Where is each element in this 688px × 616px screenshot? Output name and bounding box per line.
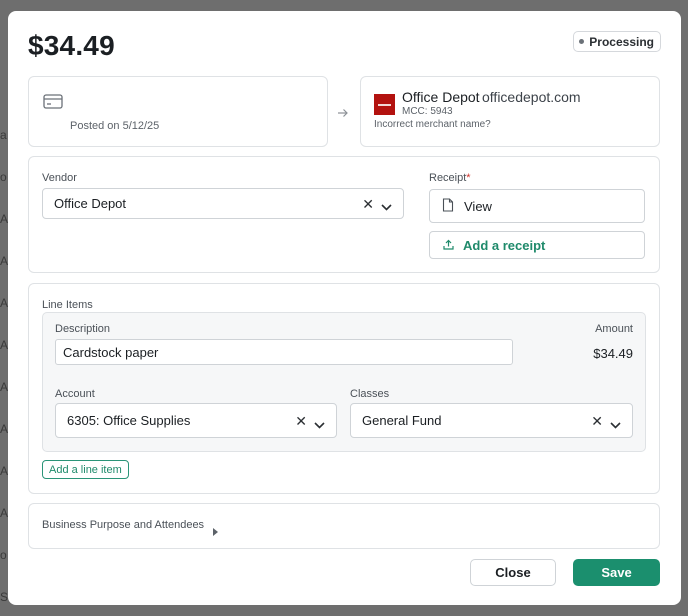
description-input[interactable]: Cardstock paper bbox=[55, 339, 513, 365]
vendor-select[interactable]: Office Depot ✕ bbox=[42, 188, 404, 219]
amount-label: Amount bbox=[595, 323, 633, 335]
account-value: 6305: Office Supplies bbox=[67, 413, 191, 428]
vendor-receipt-panel: Vendor Office Depot ✕ Receipt* View Add … bbox=[28, 156, 660, 273]
backdrop-fragment: A bbox=[0, 296, 9, 310]
caret-right-icon[interactable] bbox=[213, 523, 218, 541]
document-icon bbox=[442, 197, 454, 215]
required-mark: * bbox=[466, 172, 471, 184]
backdrop-fragment: A bbox=[0, 464, 9, 478]
clear-icon[interactable]: ✕ bbox=[362, 196, 374, 213]
status-dot-icon bbox=[579, 39, 585, 44]
receipt-label-text: Receipt bbox=[429, 172, 467, 184]
merchant-panel: Office Depot officedepot.com MCC: 5943 I… bbox=[360, 76, 660, 147]
transaction-modal: $34.49 Processing Posted on 5/12/25 Offi… bbox=[8, 11, 681, 605]
view-label: View bbox=[464, 198, 492, 214]
arrow-right-icon bbox=[337, 105, 349, 123]
merchant-domain: officedepot.com bbox=[482, 89, 581, 105]
line-items-title: Line Items bbox=[42, 299, 93, 311]
merchant-logo bbox=[374, 94, 395, 115]
vendor-label: Vendor bbox=[42, 172, 77, 184]
backdrop-fragment: A bbox=[0, 254, 9, 268]
view-receipt-button[interactable]: View bbox=[429, 189, 645, 223]
status-badge: Processing bbox=[573, 31, 661, 52]
clear-icon[interactable]: ✕ bbox=[591, 413, 603, 430]
chevron-down-icon[interactable] bbox=[314, 417, 325, 432]
backdrop-fragment: A bbox=[0, 338, 9, 352]
save-button[interactable]: Save bbox=[573, 559, 660, 586]
line-item: Description Cardstock paper Amount $34.4… bbox=[42, 312, 646, 452]
chevron-down-icon[interactable] bbox=[610, 417, 621, 432]
clear-icon[interactable]: ✕ bbox=[295, 413, 307, 430]
line-items-panel: Line Items Description Cardstock paper A… bbox=[28, 283, 660, 494]
merchant-name: Office Depot bbox=[402, 89, 480, 105]
backdrop-fragment: o bbox=[0, 548, 7, 562]
backdrop-fragment: S bbox=[0, 590, 9, 604]
credit-card-icon bbox=[43, 94, 63, 114]
classes-label: Classes bbox=[350, 388, 390, 400]
transaction-amount: $34.49 bbox=[28, 30, 115, 61]
backdrop-fragment: A bbox=[0, 506, 9, 520]
status-label: Processing bbox=[589, 34, 654, 49]
chevron-down-icon[interactable] bbox=[381, 199, 392, 214]
incorrect-merchant-link[interactable]: Incorrect merchant name? bbox=[374, 119, 491, 130]
classes-select[interactable]: General Fund ✕ bbox=[350, 403, 633, 438]
business-purpose-label: Business Purpose and Attendees bbox=[42, 519, 205, 531]
card-details-panel: Posted on 5/12/25 bbox=[28, 76, 328, 147]
backdrop-fragment: A bbox=[0, 422, 9, 436]
account-select[interactable]: 6305: Office Supplies ✕ bbox=[55, 403, 337, 438]
vendor-value: Office Depot bbox=[54, 196, 127, 211]
posted-date: Posted on 5/12/25 bbox=[70, 120, 160, 132]
receipt-label: Receipt* bbox=[429, 172, 471, 184]
backdrop-fragment: a bbox=[0, 128, 7, 142]
close-button[interactable]: Close bbox=[470, 559, 556, 586]
add-receipt-button[interactable]: Add a receipt bbox=[429, 231, 645, 259]
account-label: Account bbox=[55, 388, 95, 400]
line-amount: $34.49 bbox=[593, 346, 633, 361]
backdrop-fragment: A bbox=[0, 212, 9, 226]
description-label: Description bbox=[55, 323, 111, 335]
merchant-mcc: MCC: 5943 bbox=[402, 106, 453, 117]
classes-value: General Fund bbox=[362, 413, 442, 428]
business-purpose-panel[interactable]: Business Purpose and Attendees bbox=[28, 503, 660, 549]
backdrop-fragment: A bbox=[0, 380, 9, 394]
backdrop-fragment: o bbox=[0, 170, 7, 184]
add-receipt-label: Add a receipt bbox=[463, 237, 546, 253]
add-line-item-button[interactable]: Add a line item bbox=[42, 460, 129, 479]
upload-icon bbox=[443, 238, 454, 253]
